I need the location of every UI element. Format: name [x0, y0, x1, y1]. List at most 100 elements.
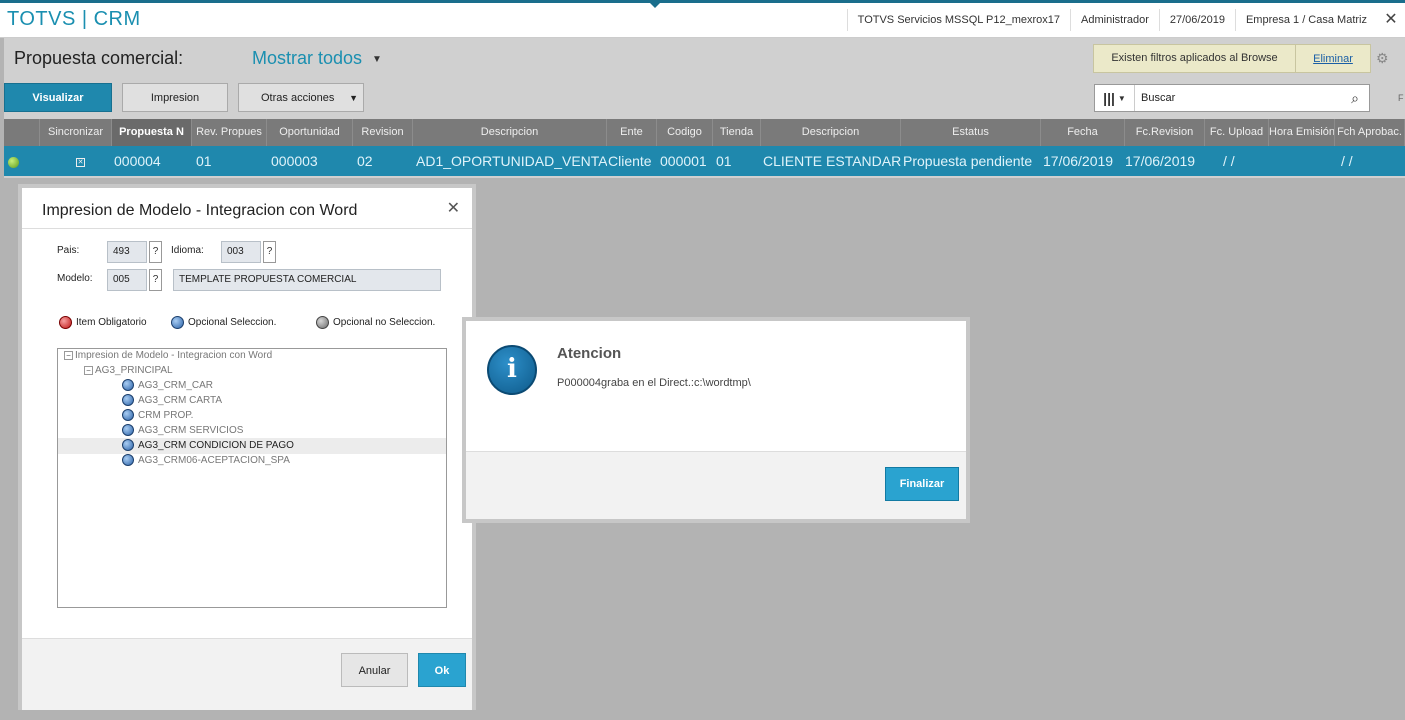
grid-header-col[interactable]: Fc.Revision: [1125, 119, 1205, 146]
grid-header-col[interactable]: Sincronizar: [40, 119, 112, 146]
grid-header-col[interactable]: Propuesta N: [112, 119, 192, 146]
legend-optional-unselected: Opcional no Seleccion.: [316, 316, 435, 329]
date-label[interactable]: 27/06/2019: [1158, 9, 1235, 31]
status-indicator: [4, 146, 40, 176]
visualizar-button[interactable]: Visualizar: [4, 83, 112, 112]
otras-acciones-label: Otras acciones: [261, 92, 335, 104]
table-cell: / /: [1223, 153, 1235, 169]
grid-header-col[interactable]: Fecha: [1041, 119, 1125, 146]
idioma-label: Idioma:: [171, 245, 204, 256]
filter-notice-text: Existen filtros aplicados al Browse: [1094, 45, 1296, 72]
blue-ball-icon: [122, 409, 134, 421]
otras-acciones-button[interactable]: Otras acciones ▼: [238, 83, 364, 112]
columns-icon[interactable]: ||| ▼: [1095, 85, 1135, 111]
pais-help-button[interactable]: ?: [149, 241, 162, 263]
tree-item-label: CRM PROP.: [138, 409, 194, 421]
grid-header-col[interactable]: Revision: [353, 119, 413, 146]
grid-header-col[interactable]: Fch Aprobac.: [1335, 119, 1405, 146]
divider: [22, 228, 472, 229]
grid-header-col[interactable]: Tienda: [713, 119, 761, 146]
table-cell: 17/06/2019: [1125, 153, 1196, 169]
close-icon[interactable]: ✕: [1377, 9, 1405, 31]
tree-root-label: Impresion de Modelo - Integracion con Wo…: [75, 350, 273, 361]
alert-title: Atencion: [557, 345, 622, 362]
sync-checkbox[interactable]: ✕: [40, 146, 112, 176]
gear-icon[interactable]: ⚙: [1376, 50, 1389, 67]
legend-label: Opcional no Seleccion.: [333, 317, 436, 328]
table-cell: / /: [1341, 153, 1353, 169]
tree-item-label: AG3_CRM CARTA: [138, 394, 223, 406]
tree-root[interactable]: − Impresion de Modelo - Integracion con W…: [64, 350, 272, 361]
modelo-help-button[interactable]: ?: [149, 269, 162, 291]
blue-ball-icon: [122, 424, 134, 436]
blue-ball-icon: [122, 454, 134, 466]
user-label[interactable]: Administrador: [1070, 9, 1159, 31]
chevron-down-icon: ▼: [349, 93, 358, 103]
tree-item[interactable]: AG3_CRM CONDICION DE PAGO: [122, 439, 294, 451]
idioma-help-button[interactable]: ?: [263, 241, 276, 263]
view-selector[interactable]: Mostrar todos ▼: [252, 48, 382, 69]
table-cell: Cliente: [608, 153, 652, 169]
server-label: TOTVS Servicios MSSQL P12_mexrox17: [846, 9, 1070, 31]
grid-header-col[interactable]: Rev. Propues: [192, 119, 267, 146]
view-selector-label: Mostrar todos: [252, 48, 363, 68]
grid-header-col[interactable]: Hora Emisión: [1269, 119, 1335, 146]
grid-header-col[interactable]: Codigo: [657, 119, 713, 146]
search-box: ||| ▼ Buscar ⌕: [1094, 84, 1370, 112]
alert-message: P000004graba en el Direct.:c:\wordtmp\: [557, 377, 751, 389]
app-brand[interactable]: TOTVS | CRM: [7, 8, 141, 31]
info-icon: i: [487, 345, 537, 395]
impresion-button[interactable]: Impresion: [122, 83, 228, 112]
model-tree[interactable]: − Impresion de Modelo - Integracion con W…: [57, 348, 447, 608]
grid-header-col[interactable]: Descripcion: [413, 119, 607, 146]
tree-item[interactable]: AG3_CRM CARTA: [122, 394, 222, 406]
tree-item-label: AG3_CRM CONDICION DE PAGO: [138, 439, 294, 451]
collapse-icon[interactable]: −: [64, 351, 73, 360]
gray-ball-icon: [316, 316, 329, 329]
legend-label: Opcional Seleccion.: [188, 317, 277, 328]
finalizar-button[interactable]: Finalizar: [885, 467, 959, 501]
tree-item[interactable]: CRM PROP.: [122, 409, 193, 421]
red-ball-icon: [59, 316, 72, 329]
close-icon[interactable]: ✕: [447, 198, 460, 218]
table-cell: CLIENTE ESTANDAR: [763, 153, 901, 169]
table-cell: 17/06/2019: [1043, 153, 1114, 169]
table-cell: 02: [357, 153, 373, 169]
tree-item[interactable]: AG3_CRM_CAR: [122, 379, 213, 391]
legend-optional-selected: Opcional Seleccion.: [171, 316, 276, 329]
tree-item-label: AG3_CRM_CAR: [138, 379, 214, 391]
search-icon[interactable]: ⌕: [1341, 90, 1369, 107]
filter-hint: F: [1398, 93, 1404, 103]
remove-filter-link[interactable]: Eliminar: [1296, 53, 1370, 65]
tree-group[interactable]: − AG3_PRINCIPAL: [84, 365, 173, 376]
grid-header-col[interactable]: Descripcion: [761, 119, 901, 146]
blue-ball-icon: [122, 379, 134, 391]
table-cell: 000003: [271, 153, 318, 169]
collapse-icon[interactable]: −: [84, 366, 93, 375]
grid-header-col[interactable]: Oportunidad: [267, 119, 353, 146]
anular-button[interactable]: Anular: [341, 653, 408, 687]
search-input[interactable]: Buscar: [1135, 92, 1341, 104]
blue-ball-icon: [122, 394, 134, 406]
checkbox-x-icon[interactable]: ✕: [76, 157, 85, 167]
idioma-field[interactable]: 003: [221, 241, 261, 263]
table-cell: AD1_OPORTUNIDAD_VENTA: [416, 153, 607, 169]
modelo-label: Modelo:: [57, 273, 93, 284]
modelo-field[interactable]: 005: [107, 269, 147, 291]
grid-header-col[interactable]: Estatus: [901, 119, 1041, 146]
tree-item[interactable]: AG3_CRM06-ACEPTACION_SPA: [122, 454, 290, 466]
alert-dialog: i Atencion P000004graba en el Direct.:c:…: [462, 317, 970, 523]
ok-button[interactable]: Ok: [418, 653, 466, 687]
table-cell: 000001: [660, 153, 707, 169]
company-label[interactable]: Empresa 1 / Casa Matriz: [1234, 9, 1377, 31]
menu-caret-icon: [650, 3, 660, 8]
grid-header-col[interactable]: Ente: [607, 119, 657, 146]
grid-header-col[interactable]: Fc. Upload: [1205, 119, 1269, 146]
table-row[interactable]: ✕ 000004 01 000003 02 AD1_OPORTUNIDAD_VE…: [4, 146, 1405, 176]
top-bar: TOTVS | CRM TOTVS Servicios MSSQL P12_me…: [0, 0, 1405, 38]
pais-field[interactable]: 493: [107, 241, 147, 263]
blue-ball-icon: [122, 439, 134, 451]
grid-header-status: [4, 119, 40, 146]
tree-item[interactable]: AG3_CRM SERVICIOS: [122, 424, 243, 436]
tree-group-label: AG3_PRINCIPAL: [95, 365, 173, 376]
